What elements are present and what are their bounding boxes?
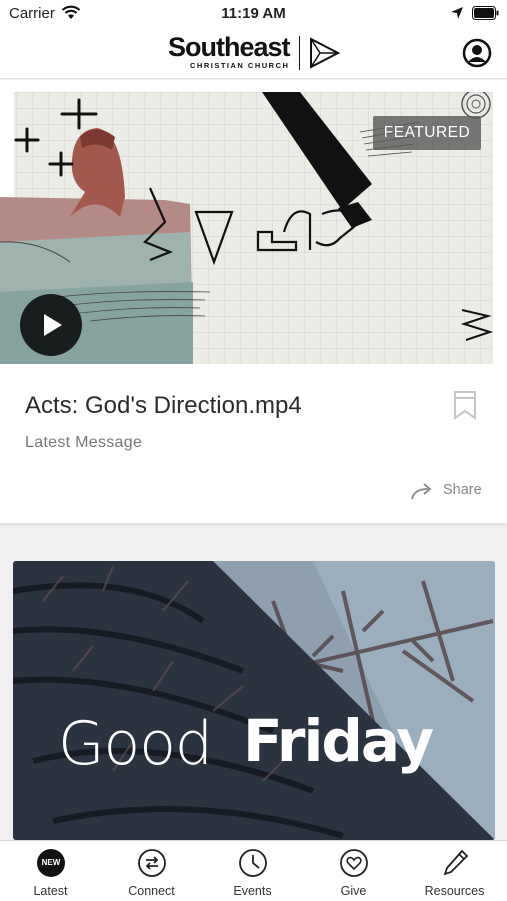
tab-resources[interactable]: Resources — [404, 841, 505, 901]
tab-label-give: Give — [340, 884, 367, 898]
new-badge-icon: NEW — [36, 848, 66, 878]
brand-name: Southeast — [168, 32, 291, 62]
good-friday-banner[interactable]: Good Friday — [13, 561, 495, 840]
share-button[interactable]: Share — [410, 480, 490, 502]
clock-time: 11:19 AM — [221, 5, 286, 22]
banner-word-friday: Friday — [243, 707, 434, 775]
featured-badge: FEATURED — [373, 116, 481, 150]
featured-message-card[interactable]: FEATURED Acts: God's Direction.mp4 Lates… — [0, 80, 507, 523]
message-thumbnail[interactable]: FEATURED — [0, 92, 493, 364]
account-icon[interactable] — [462, 38, 492, 73]
bookmark-icon[interactable] — [453, 390, 477, 425]
battery-icon — [472, 6, 500, 24]
thorns-artwork — [13, 561, 495, 840]
app-header: Southeast CHRISTIAN CHURCH — [0, 28, 507, 79]
tab-label-events: Events — [233, 884, 272, 898]
arrows-icon — [138, 849, 166, 877]
brand-subtitle: CHRISTIAN CHURCH — [190, 61, 290, 70]
clock-icon — [239, 849, 267, 877]
message-subtitle: Latest Message — [25, 434, 143, 451]
share-label: Share — [443, 482, 482, 498]
share-arrow-icon — [411, 483, 432, 500]
status-bar: Carrier 11:19 AM — [0, 0, 507, 28]
message-title: Acts: God's Direction.mp4 — [25, 392, 302, 419]
play-logo-icon — [308, 37, 341, 74]
tab-label-connect: Connect — [128, 884, 175, 898]
tab-events[interactable]: Events — [202, 841, 303, 901]
logo-divider — [299, 36, 300, 70]
tab-label-latest: Latest — [33, 884, 68, 898]
tab-connect[interactable]: Connect — [101, 841, 202, 901]
play-icon — [44, 314, 62, 336]
tab-give[interactable]: Give — [303, 841, 404, 901]
play-button[interactable] — [20, 294, 82, 356]
church-logo[interactable]: Southeast CHRISTIAN CHURCH — [168, 32, 348, 74]
new-badge: NEW — [37, 849, 65, 877]
tab-label-resources: Resources — [424, 884, 485, 898]
tab-bar: NEW Latest Connect Events Give Resources — [0, 840, 507, 901]
pencil-icon — [443, 849, 469, 876]
banner-word-good: Good — [58, 709, 213, 779]
heart-icon — [340, 849, 368, 877]
tab-latest[interactable]: NEW Latest — [0, 841, 101, 901]
location-arrow-icon — [450, 6, 464, 24]
